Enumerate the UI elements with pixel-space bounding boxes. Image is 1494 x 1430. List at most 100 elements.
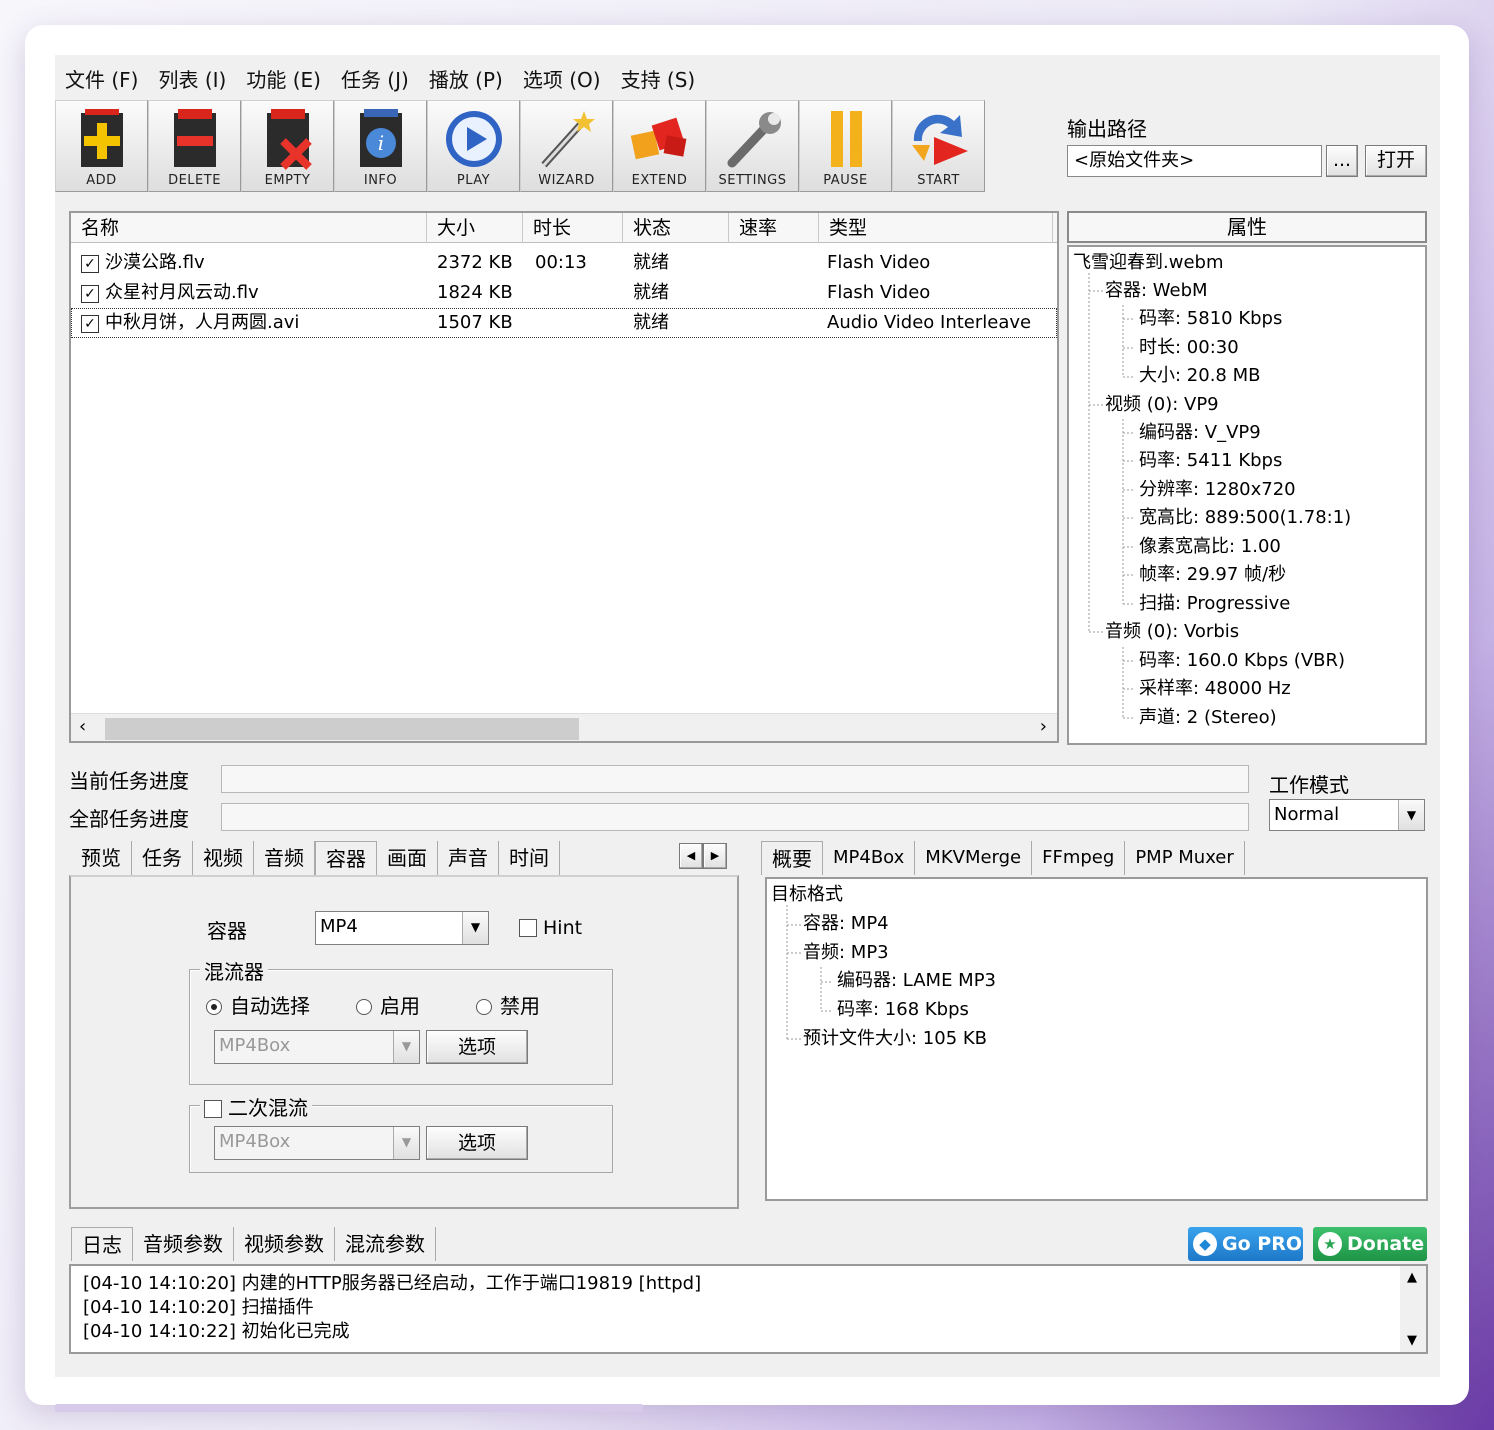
tab-audio[interactable]: 音频: [254, 841, 315, 875]
tab-video-params[interactable]: 视频参数: [234, 1227, 335, 1261]
open-folder-button[interactable]: 打开: [1365, 145, 1427, 177]
tab-video[interactable]: 视频: [193, 841, 254, 875]
summary-item[interactable]: 音频: MP3: [803, 939, 889, 967]
tab-pmp-muxer[interactable]: PMP Muxer: [1125, 841, 1245, 875]
prop-item[interactable]: 码率: 5411 Kbps: [1139, 447, 1282, 475]
file-list-hscrollbar[interactable]: ‹ ›: [71, 713, 1057, 741]
scroll-down-icon[interactable]: ▼: [1407, 1333, 1417, 1348]
radio-disable[interactable]: 禁用: [476, 990, 540, 1019]
file-checkbox[interactable]: ✓: [81, 285, 99, 303]
prop-item[interactable]: 码率: 5810 Kbps: [1139, 305, 1282, 333]
scroll-left-icon[interactable]: ‹: [79, 716, 86, 737]
file-row[interactable]: ✓ 沙漠公路.flv 2372 KB 00:13 就绪 Flash Video: [71, 248, 1057, 278]
menu-function[interactable]: 功能 (E): [236, 65, 331, 95]
menu-play[interactable]: 播放 (P): [419, 65, 513, 95]
menu-task[interactable]: 任务 (J): [331, 65, 419, 95]
extend-button[interactable]: EXTEND: [613, 100, 706, 192]
tab-time[interactable]: 时间: [499, 841, 560, 875]
prop-item[interactable]: 分辨率: 1280x720: [1139, 476, 1296, 504]
info-button[interactable]: i INFO: [334, 100, 427, 192]
settings-button[interactable]: SETTINGS: [706, 100, 799, 192]
column-size[interactable]: 大小: [427, 213, 523, 243]
file-row[interactable]: ✓ 众星衬月风云动.flv 1824 KB 就绪 Flash Video: [71, 278, 1057, 308]
start-button[interactable]: START: [892, 100, 985, 192]
remux-select[interactable]: MP4Box ▼: [214, 1126, 420, 1160]
summary-root[interactable]: 目标格式: [771, 881, 843, 909]
container-select[interactable]: MP4 ▼: [315, 911, 489, 945]
prop-audio[interactable]: 音频 (0): Vorbis: [1105, 618, 1239, 646]
file-row[interactable]: ✓ 中秋月饼，人月两圆.avi 1507 KB 就绪 Audio Video I…: [71, 308, 1057, 338]
prop-item[interactable]: 像素宽高比: 1.00: [1139, 533, 1281, 561]
prop-item[interactable]: 时长: 00:30: [1139, 334, 1239, 362]
hint-check-box[interactable]: [519, 919, 537, 937]
file-checkbox[interactable]: ✓: [81, 255, 99, 273]
menu-support[interactable]: 支持 (S): [611, 65, 706, 95]
radio-auto-dot[interactable]: [206, 999, 222, 1015]
chevron-down-icon[interactable]: ▼: [1398, 800, 1424, 830]
tab-mux-params[interactable]: 混流参数: [335, 1227, 436, 1261]
prop-item[interactable]: 码率: 160.0 Kbps (VBR): [1139, 647, 1345, 675]
column-name[interactable]: 名称: [71, 213, 427, 243]
donate-button[interactable]: ★ Donate: [1313, 1227, 1427, 1261]
scroll-right-icon[interactable]: ›: [1040, 716, 1047, 737]
file-checkbox[interactable]: ✓: [81, 315, 99, 333]
chevron-down-icon[interactable]: ▼: [393, 1031, 419, 1063]
tab-task[interactable]: 任务: [132, 841, 193, 875]
radio-auto[interactable]: 自动选择: [206, 990, 310, 1019]
prop-item[interactable]: 声道: 2 (Stereo): [1139, 704, 1277, 732]
muxer-options-button[interactable]: 选项: [426, 1030, 528, 1064]
radio-enable[interactable]: 启用: [356, 990, 420, 1019]
hint-checkbox[interactable]: Hint: [519, 917, 582, 939]
summary-item[interactable]: 预计文件大小: 105 KB: [803, 1025, 987, 1053]
prop-video[interactable]: 视频 (0): VP9: [1105, 391, 1219, 419]
prop-item[interactable]: 大小: 20.8 MB: [1139, 362, 1260, 390]
tab-container[interactable]: 容器: [315, 841, 377, 875]
tab-mp4box[interactable]: MP4Box: [823, 841, 916, 875]
chevron-down-icon[interactable]: ▼: [462, 912, 488, 944]
play-button[interactable]: PLAY: [427, 100, 520, 192]
column-status[interactable]: 状态: [623, 213, 729, 243]
tab-scroll-left-icon[interactable]: ◀: [679, 843, 703, 869]
prop-item[interactable]: 采样率: 48000 Hz: [1139, 675, 1291, 703]
scroll-up-icon[interactable]: ▲: [1407, 1270, 1417, 1285]
summary-item[interactable]: 编码器: LAME MP3: [837, 967, 996, 995]
go-pro-button[interactable]: ◆ Go PRO: [1188, 1227, 1303, 1261]
prop-item[interactable]: 帧率: 29.97 帧/秒: [1139, 561, 1286, 589]
pause-button[interactable]: PAUSE: [799, 100, 892, 192]
remux-checkbox[interactable]: [204, 1100, 222, 1118]
prop-item[interactable]: 编码器: V_VP9: [1139, 419, 1261, 447]
add-button[interactable]: ADD: [55, 100, 148, 192]
tab-log[interactable]: 日志: [71, 1227, 133, 1261]
summary-item[interactable]: 码率: 168 Kbps: [837, 996, 969, 1024]
tab-preview[interactable]: 预览: [71, 841, 132, 875]
wizard-button[interactable]: WIZARD: [520, 100, 613, 192]
empty-button[interactable]: EMPTY: [241, 100, 334, 192]
column-duration[interactable]: 时长: [523, 213, 623, 243]
summary-item[interactable]: 容器: MP4: [803, 910, 889, 938]
prop-item[interactable]: 扫描: Progressive: [1139, 590, 1290, 618]
log-vscrollbar[interactable]: ▲ ▼: [1400, 1266, 1426, 1352]
tab-ffmpeg[interactable]: FFmpeg: [1032, 841, 1126, 875]
tab-mkvmerge[interactable]: MKVMerge: [915, 841, 1033, 875]
prop-item[interactable]: 宽高比: 889:500(1.78:1): [1139, 504, 1351, 532]
column-type[interactable]: 类型: [819, 213, 1053, 243]
tab-picture[interactable]: 画面: [377, 841, 438, 875]
tab-scroll-right-icon[interactable]: ▶: [703, 843, 727, 869]
radio-enable-dot[interactable]: [356, 999, 372, 1015]
menu-list[interactable]: 列表 (I): [148, 65, 236, 95]
work-mode-select[interactable]: Normal ▼: [1269, 799, 1425, 831]
menu-options[interactable]: 选项 (O): [513, 65, 611, 95]
prop-file[interactable]: 飞雪迎春到.webm: [1073, 249, 1223, 277]
browse-button[interactable]: ...: [1326, 145, 1358, 177]
delete-button[interactable]: DELETE: [148, 100, 241, 192]
muxer-select[interactable]: MP4Box ▼: [214, 1030, 420, 1064]
output-path-field[interactable]: <原始文件夹>: [1067, 145, 1322, 177]
chevron-down-icon[interactable]: ▼: [393, 1127, 419, 1159]
remux-options-button[interactable]: 选项: [426, 1126, 528, 1160]
properties-tree[interactable]: 飞雪迎春到.webm 容器: WebM 码率: 5810 Kbps 时长: 00…: [1067, 245, 1427, 745]
radio-disable-dot[interactable]: [476, 999, 492, 1015]
file-list[interactable]: 名称 大小 时长 状态 速率 类型 ✓ 沙漠公路.flv 2372 KB 00:…: [69, 211, 1059, 743]
summary-tree[interactable]: 目标格式 容器: MP4 音频: MP3 编码器: LAME MP3 码率: 1…: [765, 877, 1428, 1201]
menu-file[interactable]: 文件 (F): [55, 65, 148, 95]
scroll-thumb[interactable]: [105, 718, 579, 740]
